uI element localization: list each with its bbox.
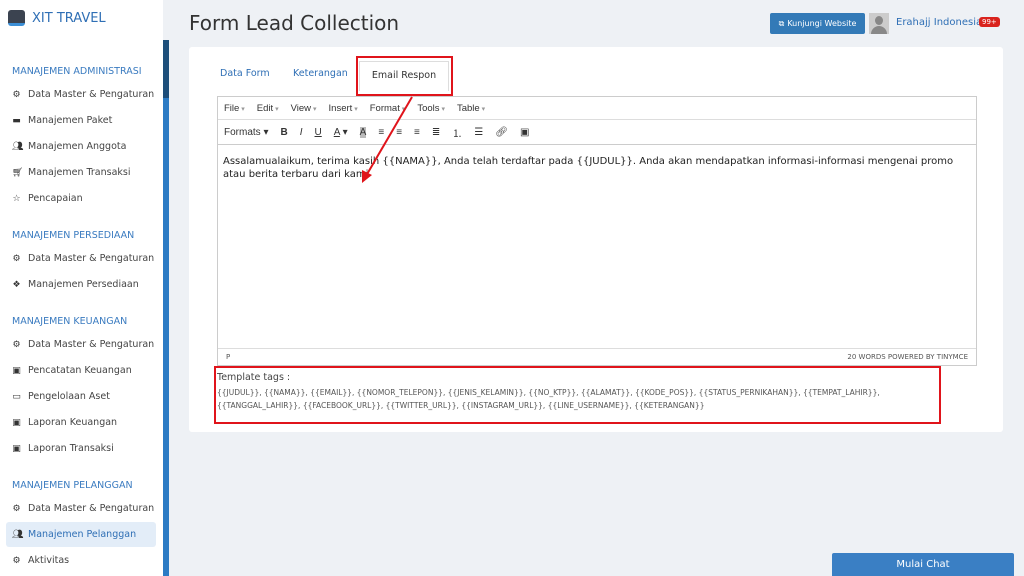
- annotation-arrow: [362, 96, 413, 183]
- start-chat-button[interactable]: Mulai Chat: [832, 553, 1014, 576]
- highlight-box-tags: [214, 366, 941, 424]
